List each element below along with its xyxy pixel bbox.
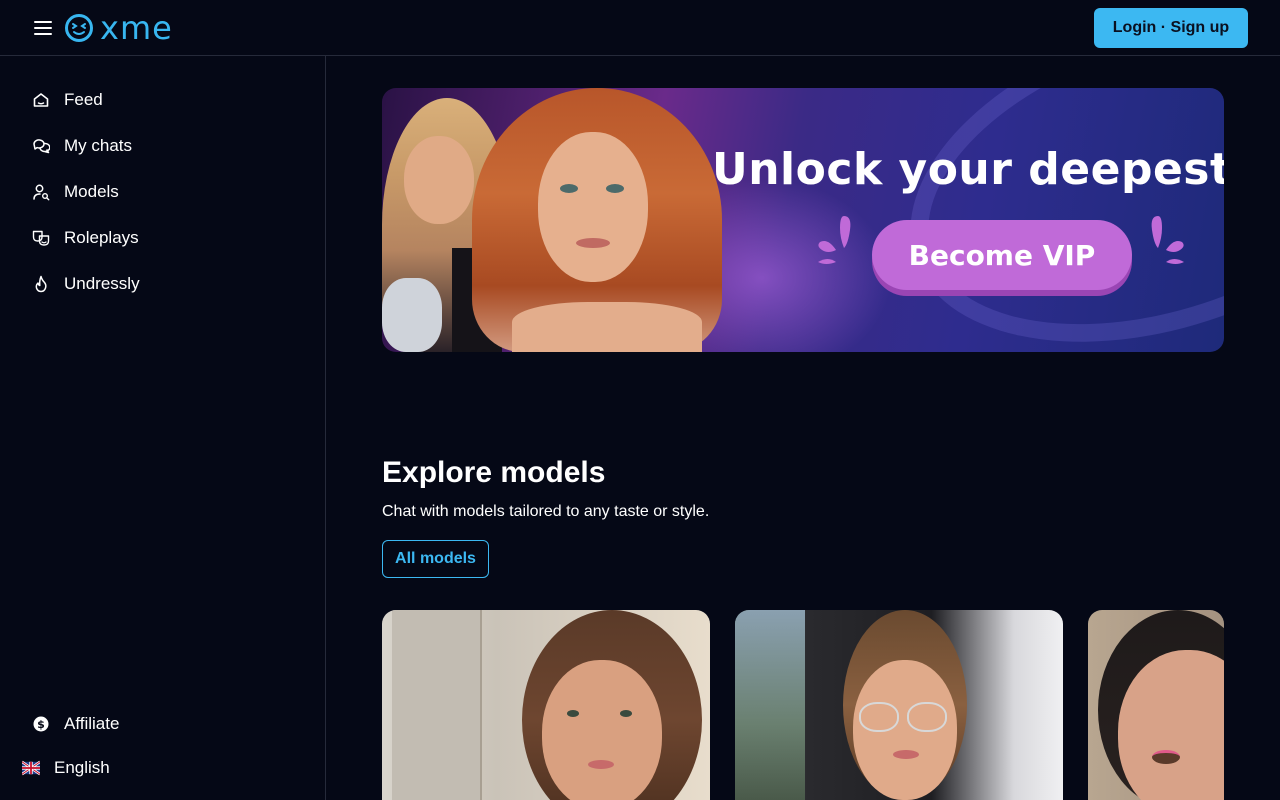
home-icon [33,93,49,107]
model-lips [588,760,614,769]
sidebar: Feed My chats Models Roleplays Undressly [0,56,326,800]
language-selector[interactable]: English [22,754,110,782]
sidebar-item-label: Affiliate [64,714,120,733]
model-eye [620,710,632,717]
model-lips [893,750,919,759]
sidebar-item-affiliate[interactable]: $ Affiliate [32,710,119,738]
car-window-decoration [735,610,805,800]
splash-right-decoration [1151,216,1184,264]
hamburger-menu-icon[interactable] [32,17,54,39]
logo-face-icon [65,14,93,42]
masks-icon [32,230,50,246]
become-vip-button[interactable]: Become VIP [872,220,1132,290]
door-decoration [392,610,482,800]
sidebar-item-label: Roleplays [64,228,139,247]
sidebar-item-label: My chats [64,136,133,155]
splash-left-decoration [818,216,851,264]
dollar-circle-icon: $ [33,716,49,732]
banner-model-image-redhead [472,88,722,352]
model-card-3[interactable] [1088,610,1224,800]
explore-models-subtitle: Chat with models tailored to any taste o… [382,503,710,520]
brand-logo[interactable]: xme [64,12,173,44]
glasses-decoration [907,702,947,732]
sidebar-item-my-chats[interactable]: My chats [32,132,132,160]
login-signup-button[interactable]: Login · Sign up [1094,8,1248,48]
sidebar-item-undressly[interactable]: Undressly [32,270,140,298]
model-eye [1152,750,1180,764]
sidebar-item-feed[interactable]: Feed [32,86,103,114]
uk-flag-icon [22,760,40,776]
chat-bubbles-icon [33,139,50,154]
top-header: xme Login · Sign up [0,0,1280,56]
glasses-decoration [859,702,899,732]
all-models-button[interactable]: All models [382,540,489,578]
explore-models-title: Explore models [382,456,606,489]
sidebar-item-models[interactable]: Models [32,178,119,206]
user-search-icon [33,184,50,201]
flame-icon [35,275,47,293]
vip-promo-banner[interactable]: Unlock your deepest desi Become VIP [382,88,1224,352]
model-card-1[interactable] [382,610,710,800]
model-eye [567,710,579,717]
logo-text: xme [100,9,173,47]
model-face [542,660,662,800]
svg-text:$: $ [37,718,45,731]
banner-title: Unlock your deepest desi [712,144,1224,195]
sidebar-item-label: Models [64,182,119,201]
sidebar-item-roleplays[interactable]: Roleplays [32,224,139,252]
sidebar-item-label: Undressly [64,274,140,293]
model-card-2[interactable] [735,610,1063,800]
language-label: English [54,758,110,777]
sidebar-item-label: Feed [64,90,103,109]
